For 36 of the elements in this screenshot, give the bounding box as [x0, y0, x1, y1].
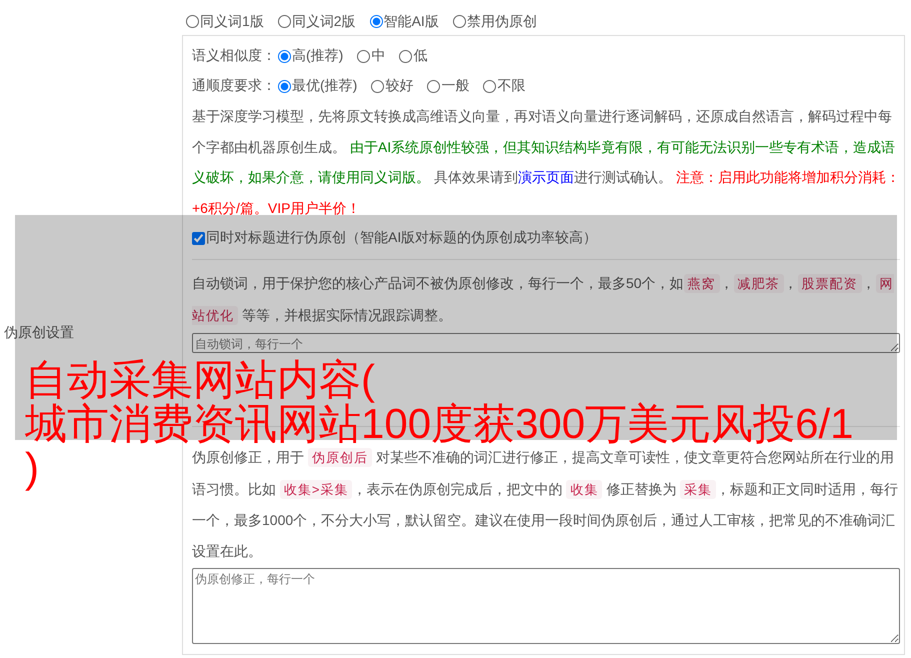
correction-description: 伪原创修正，用于 伪原创后 对某些不准确的词汇进行修正，提高文章可读性，使文章更符合您网站所在行业的用语习惯。比如 收集>采集 ，表示在伪原创完成后，把文中的 收集 修正替换为 采集 ，标题和正文同时适用，每行一个，最多1000个，不分大小写，默认留空。建议在使用一段时间伪原创后，通过人工审核，把常见的不准确词汇设置在此。 [192, 447, 900, 560]
radio-option[interactable]: 禁用伪原创 [452, 12, 537, 30]
radio-option[interactable]: 最优(推荐) [278, 77, 358, 95]
radio-button[interactable] [278, 80, 291, 92]
headline-text: 城市消费资讯网站100度获300万美元风投6/1 [25, 402, 854, 446]
section-label: 伪原创设置 [4, 324, 74, 342]
radio-button[interactable] [186, 15, 199, 28]
radio-option[interactable]: 同义词1版 [186, 12, 264, 30]
fluency-label: 通顺度要求： [192, 77, 276, 95]
similarity-label: 语义相似度： [192, 47, 276, 65]
radio-button[interactable] [371, 80, 384, 92]
radio-option[interactable]: 一般 [427, 77, 470, 95]
radio-option[interactable]: 不限 [483, 77, 526, 95]
radio-option[interactable]: 较好 [371, 77, 414, 95]
radio-button[interactable] [427, 80, 440, 92]
radio-option[interactable]: 同义词2版 [278, 12, 356, 30]
radio-option[interactable]: 中 [357, 47, 386, 65]
radio-option[interactable]: 智能AI版 [370, 12, 439, 30]
radio-button[interactable] [370, 15, 383, 28]
lock-words-description: 自动锁词，用于保护您的核心产品词不被伪原创修改，每行一个，最多50个，如 燕窝 ， 减肥茶 ， 股票配资 ， 网站优化 等等，并根据实际情况跟踪调整。 [192, 273, 895, 326]
description-paragraph: 基于深度学习模型，先将原文转换成高维语义向量，再对语义向量进行逐词解码，还原成自然语言，解码过程中每个字都由机器原创生成。 由于AI系统原创性较强，但其知识结构毕竟有限，有可能无法识别一些专有术语，造成语义破坏，如果介意，请使用同义词版。 具体效果请到演示页面进行测试确认。 注意：启用此功能将增加积分消耗：+6积分/篇。VIP用户半价！ [192, 107, 900, 218]
radio-button[interactable] [399, 50, 412, 62]
title-checkbox-option[interactable]: 同时对标题进行伪原创（智能AI版对标题的伪原创成功率较高） [192, 223, 900, 253]
checkbox[interactable] [192, 232, 205, 244]
correction-field[interactable]: 伪原创修正，每行一个 [192, 568, 900, 644]
radio-button[interactable] [357, 50, 370, 62]
radio-option[interactable]: 低 [399, 47, 428, 65]
radio-button[interactable] [278, 50, 291, 62]
radio-option[interactable]: 高(推荐) [278, 47, 344, 65]
radio-button[interactable] [452, 15, 466, 28]
radio-button[interactable] [483, 80, 496, 92]
demo-link[interactable]: 演示页面 [518, 169, 574, 185]
headline-text: 自动采集网站内容( [25, 358, 375, 402]
headline-text: ) [25, 446, 39, 490]
radio-button[interactable] [278, 15, 291, 28]
lock-words-field[interactable]: 自动锁词，每行一个 [192, 333, 900, 353]
